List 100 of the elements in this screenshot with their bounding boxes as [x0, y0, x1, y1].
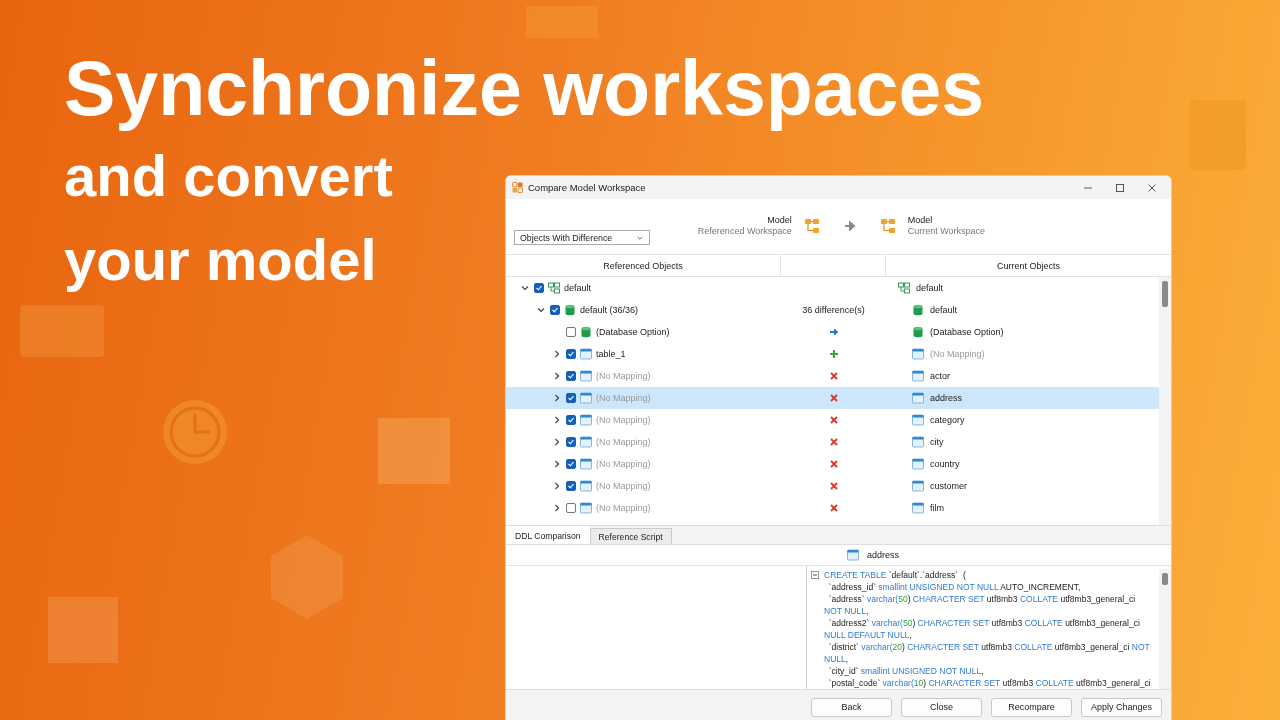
checkbox[interactable]: [566, 327, 576, 337]
scrollbar-thumb[interactable]: [1162, 573, 1168, 585]
tab[interactable]: Reference Script: [589, 528, 672, 544]
checkbox[interactable]: [566, 437, 576, 447]
tree-row[interactable]: (No Mapping) country: [506, 453, 1159, 475]
chevron-down-icon[interactable]: [520, 283, 530, 293]
code-line: NOT NULL,: [824, 605, 870, 617]
model-name: Model: [907, 215, 934, 226]
chevron-right-icon[interactable]: [552, 437, 562, 447]
table-icon: [580, 370, 592, 382]
code-line: CREATE TABLE `default`.`address` (: [824, 569, 967, 581]
tree-row[interactable]: (No Mapping) city: [506, 431, 1159, 453]
window-title: Compare Model Workspace: [528, 182, 647, 193]
tree-row[interactable]: (No Mapping) actor: [506, 365, 1159, 387]
cross-icon: [828, 415, 839, 425]
checkbox[interactable]: [566, 393, 576, 403]
table-icon: [912, 370, 924, 382]
object-name: table_1: [596, 349, 626, 359]
workspace-label: Referenced Workspace: [697, 226, 792, 237]
table-icon: [580, 502, 592, 514]
code-line: `address2` varchar(50) CHARACTER SET utf8mb3 COLLATE utf8mb3_general_ci: [827, 617, 1141, 629]
object-name: film: [930, 503, 944, 513]
object-name: (Database Option): [930, 327, 1004, 337]
checkbox[interactable]: [566, 415, 576, 425]
cross-icon: [828, 437, 839, 447]
chevron-down-icon[interactable]: [536, 305, 546, 315]
schema-icon: [548, 282, 560, 294]
tree-row[interactable]: table_1 (No Mapping): [506, 343, 1159, 365]
tree-row[interactable]: (No Mapping) customer: [506, 475, 1159, 497]
checkbox[interactable]: [566, 481, 576, 491]
chevron-right-icon[interactable]: [552, 393, 562, 403]
object-title: address: [867, 550, 900, 560]
model-icon: [803, 218, 820, 234]
code-line: `address_id` smallint UNSIGNED NOT NULL AUTO_INCREMENT,: [827, 581, 1082, 593]
code-line: `address` varchar(50) CHARACTER SET utf8mb3 COLLATE utf8mb3_general_ci: [827, 593, 1137, 605]
object-name: address: [930, 393, 963, 403]
scrollbar-thumb[interactable]: [1162, 281, 1168, 307]
object-name: (Database Option): [596, 327, 670, 337]
column-header: Current Objects: [996, 259, 1061, 273]
tree-row[interactable]: (Database Option) (Database Option): [506, 321, 1159, 343]
dialog-button[interactable]: Apply Changes: [1081, 697, 1162, 717]
object-name: (No Mapping): [930, 349, 985, 359]
object-name: default: [930, 305, 958, 315]
checkbox[interactable]: [566, 349, 576, 359]
cross-icon: [828, 481, 839, 491]
object-name: actor: [930, 371, 950, 381]
app-icon: [512, 182, 523, 193]
headline: Synchronize workspaces: [64, 44, 985, 133]
dialog-button[interactable]: Back: [811, 697, 892, 717]
object-name: (No Mapping): [596, 503, 651, 513]
maximize-icon[interactable]: [1115, 182, 1125, 193]
object-name: (No Mapping): [596, 393, 651, 403]
table-icon: [912, 436, 924, 448]
checkbox[interactable]: [534, 283, 544, 293]
tab[interactable]: DDL Comparison: [506, 526, 590, 544]
object-name: (No Mapping): [596, 481, 651, 491]
headline: your model: [64, 226, 377, 294]
object-name: (No Mapping): [596, 371, 651, 381]
table-icon: [580, 392, 592, 404]
tile-icon: [48, 597, 118, 663]
table-icon: [580, 414, 592, 426]
chevron-right-icon[interactable]: [552, 349, 562, 359]
checkbox[interactable]: [550, 305, 560, 315]
tree-row[interactable]: (No Mapping) address: [506, 387, 1159, 409]
dialog-button[interactable]: Close: [901, 697, 982, 717]
chevron-right-icon[interactable]: [552, 415, 562, 425]
cross-icon: [828, 459, 839, 469]
table-icon: [912, 392, 924, 404]
checkbox[interactable]: [566, 503, 576, 513]
hexagon-icon: [271, 535, 343, 619]
checkbox[interactable]: [566, 371, 576, 381]
cross-icon: [828, 393, 839, 403]
tree-row[interactable]: (No Mapping) category: [506, 409, 1159, 431]
table-icon: [912, 348, 924, 360]
workspace-label: Current Workspace: [907, 226, 986, 237]
plus-icon: [828, 349, 839, 359]
checkbox[interactable]: [566, 459, 576, 469]
filter-dropdown[interactable]: Objects With Difference: [514, 230, 650, 245]
clock-icon: [163, 400, 227, 464]
chevron-right-icon[interactable]: [552, 371, 562, 381]
tree-row[interactable]: default (36/36) 36 difference(s) default: [506, 299, 1159, 321]
chevron-right-icon[interactable]: [552, 459, 562, 469]
arrow-right-icon: [828, 327, 839, 337]
model-name: Model: [767, 215, 792, 226]
difference-count: 36 difference(s): [802, 305, 865, 315]
arrow-right-icon: [843, 221, 856, 231]
code-line: NULL,: [824, 653, 850, 665]
table-icon: [912, 480, 924, 492]
schema-icon: [898, 282, 910, 294]
tree-row[interactable]: (No Mapping) film: [506, 497, 1159, 519]
database-icon: [564, 304, 576, 316]
object-name: default (36/36): [580, 305, 639, 315]
dialog-button[interactable]: Recompare: [991, 697, 1072, 717]
collapse-icon[interactable]: [811, 571, 819, 579]
database-icon: [912, 326, 924, 338]
close-icon[interactable]: [1147, 182, 1157, 193]
table-icon: [580, 348, 592, 360]
chevron-right-icon[interactable]: [552, 481, 562, 491]
chevron-right-icon[interactable]: [552, 503, 562, 513]
tree-row[interactable]: default default: [506, 277, 1159, 299]
